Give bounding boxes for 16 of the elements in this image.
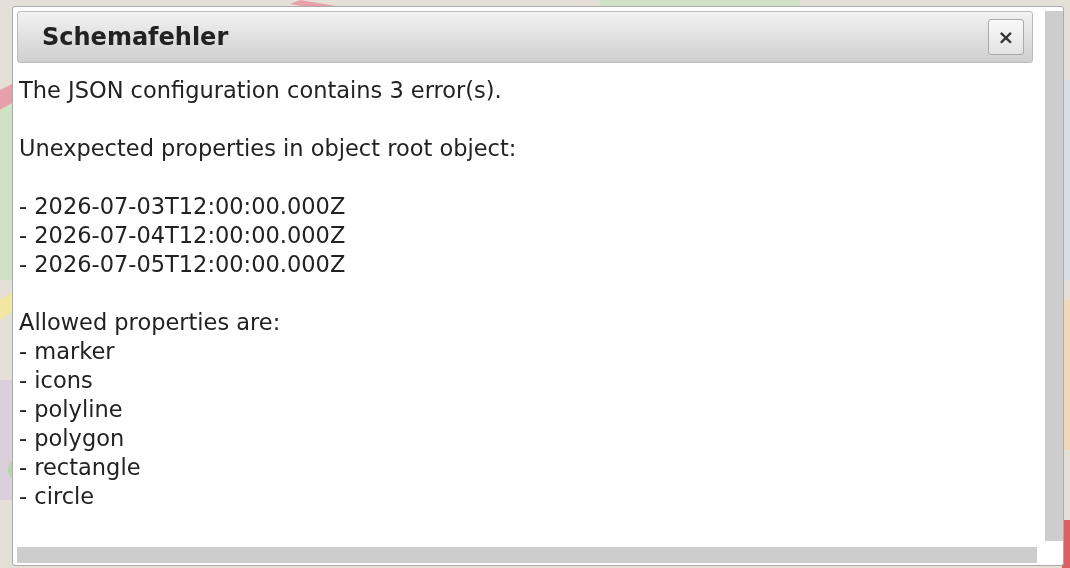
dialog-title: Schemafehler	[42, 23, 229, 51]
close-button[interactable]: ×	[988, 19, 1024, 55]
message-line: The JSON configuration contains 3 error(s).	[19, 76, 502, 105]
message-line: - rectangle	[19, 453, 141, 482]
vertical-scrollbar[interactable]	[1045, 11, 1063, 541]
message-line: - polyline	[19, 395, 123, 424]
horizontal-scrollbar[interactable]	[17, 547, 1037, 563]
message-line: - marker	[19, 337, 115, 366]
message-line: - icons	[19, 366, 93, 395]
message-line: - circle	[19, 482, 95, 511]
message-line: - 2026-07-03T12:00:00.000Z	[19, 192, 346, 221]
message-line: - polygon	[19, 424, 125, 453]
message-line: Unexpected properties in object root object:	[19, 134, 517, 163]
message-line: - 2026-07-05T12:00:00.000Z	[19, 250, 346, 279]
message-line: Allowed properties are:	[19, 308, 281, 337]
message-line: - 2026-07-04T12:00:00.000Z	[19, 221, 346, 250]
